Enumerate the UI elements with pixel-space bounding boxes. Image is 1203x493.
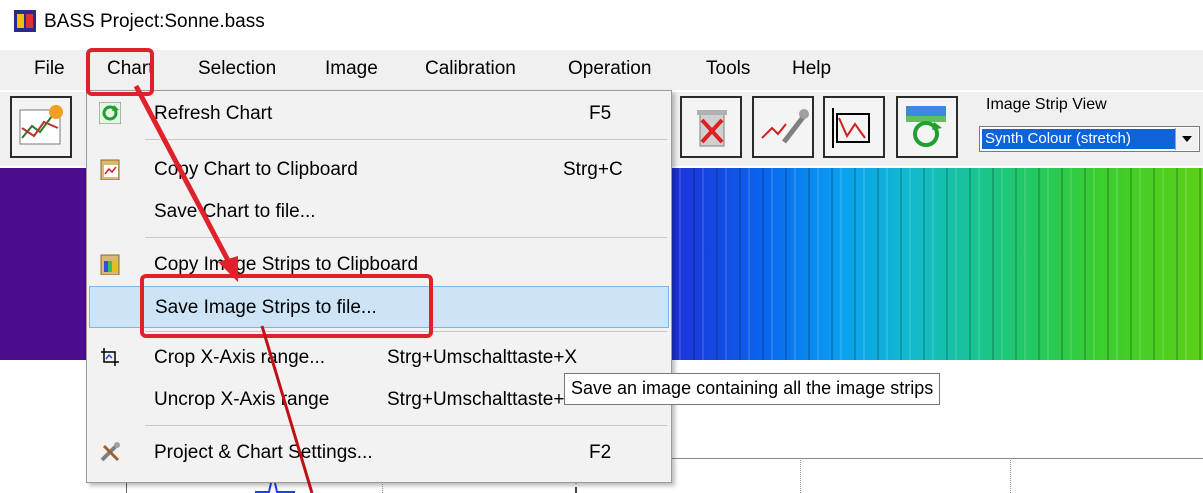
arrow-line xyxy=(260,325,314,493)
arrow-head xyxy=(218,256,238,282)
annotation-arrows xyxy=(133,84,314,493)
arrow-line xyxy=(133,84,235,270)
